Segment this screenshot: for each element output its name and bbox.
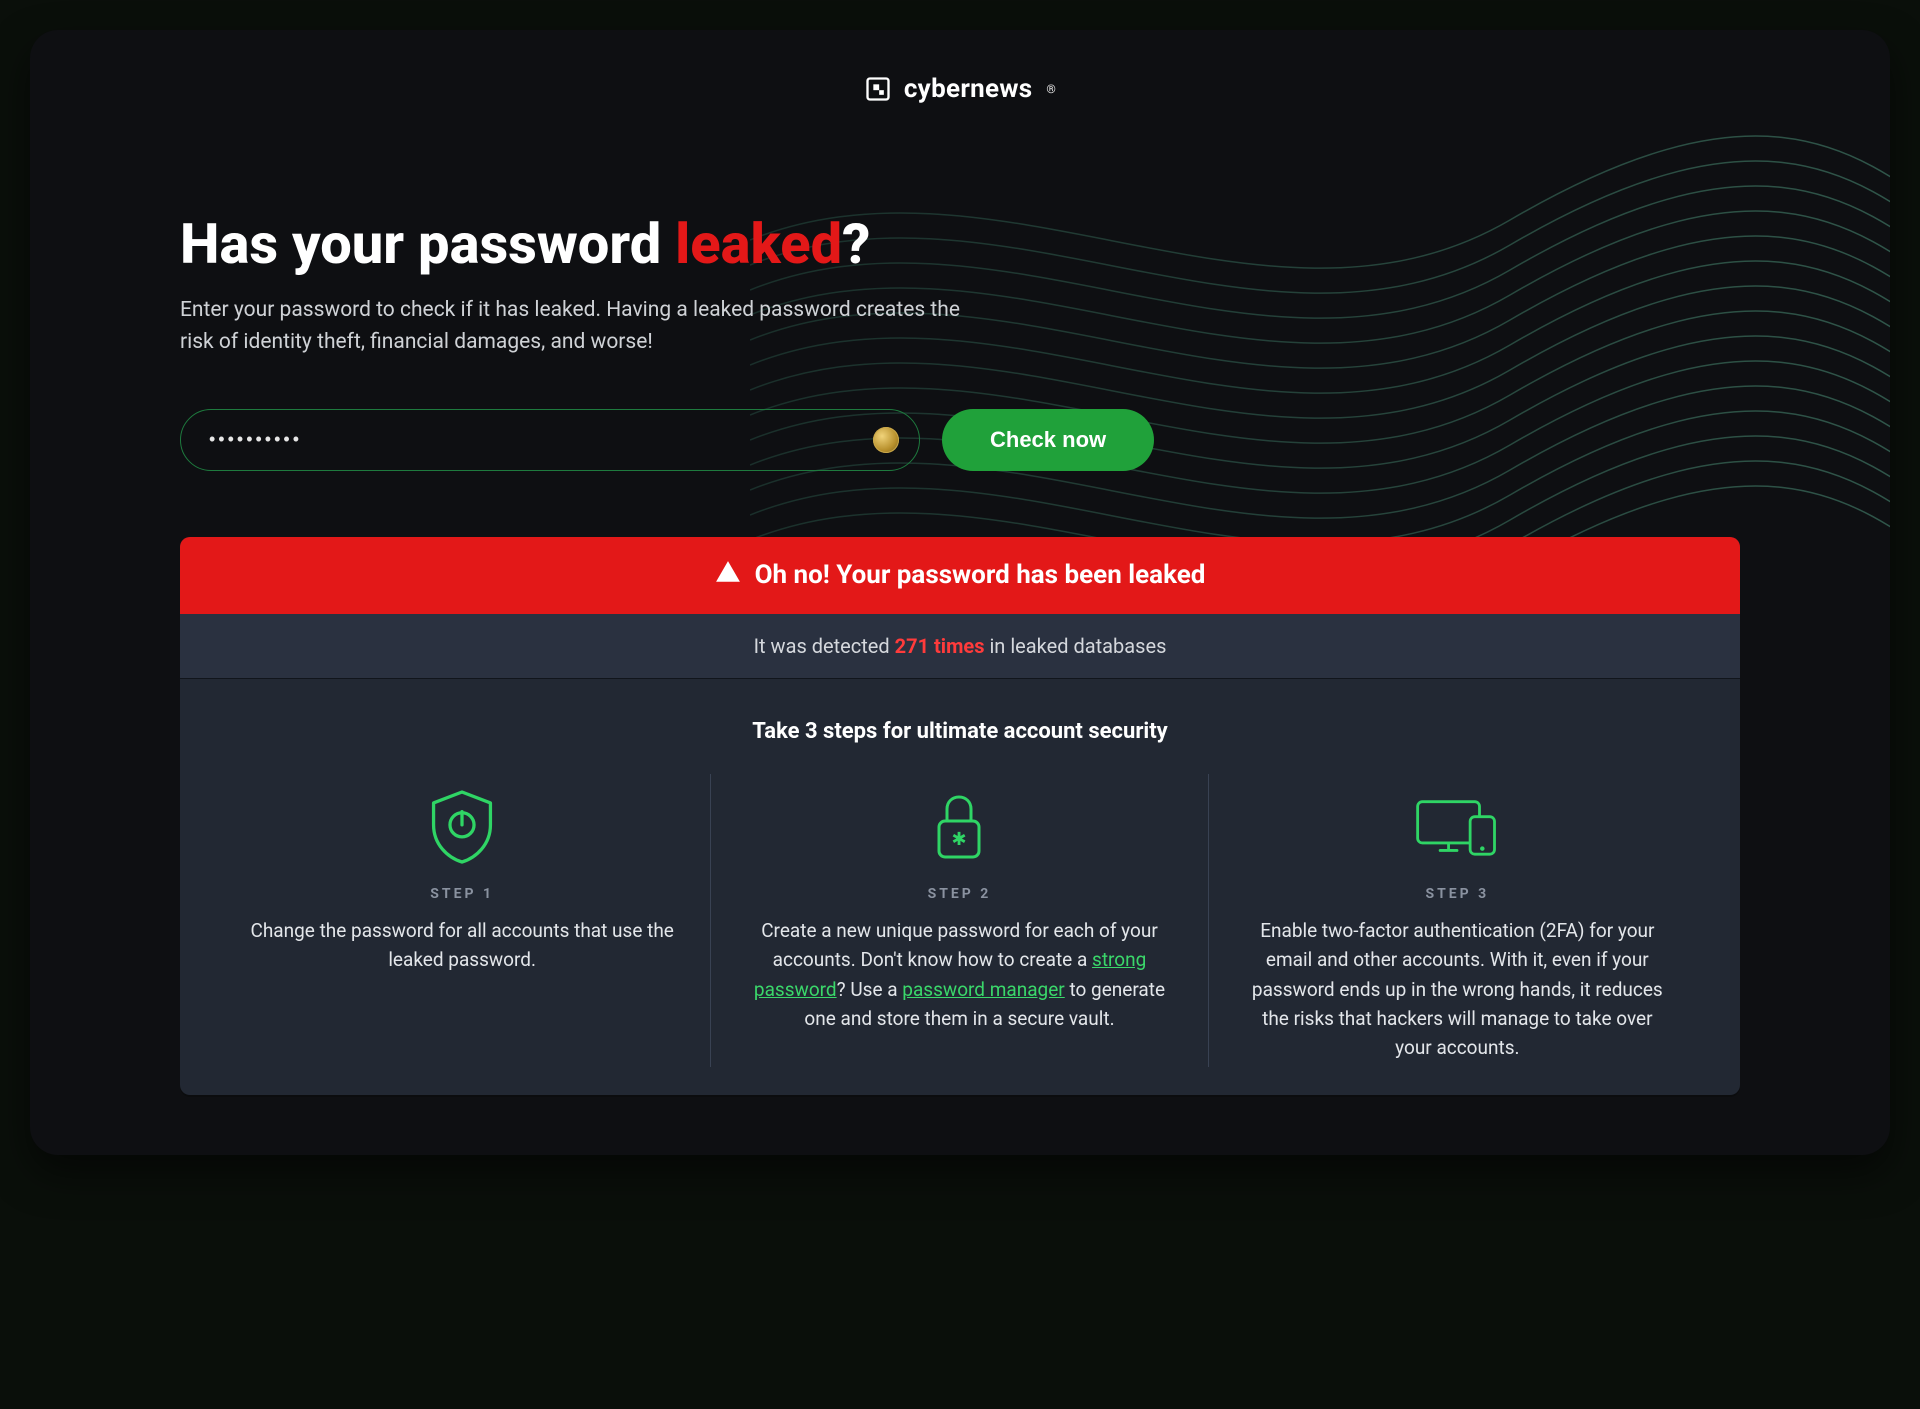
title-post: ? <box>842 211 870 277</box>
page-subtitle: Enter your password to check if it has l… <box>180 294 960 359</box>
step-1: STEP 1 Change the password for all accou… <box>214 774 711 1067</box>
step-3-text-pre: Enable two-factor authentication (2FA) f… <box>1252 919 1663 1060</box>
detected-pre: It was detected <box>754 634 895 658</box>
brand-mark-icon <box>864 75 892 103</box>
app-frame: cybernews ® Has your password leaked? Ent… <box>30 30 1890 1155</box>
warning-triangle-icon <box>715 559 741 592</box>
password-field-wrap[interactable] <box>180 409 920 471</box>
padlock-star-icon: ✱ <box>747 786 1171 868</box>
devices-icon <box>1245 786 1670 868</box>
password-manager-key-icon[interactable] <box>873 427 899 453</box>
detected-post: in leaked databases <box>984 634 1166 658</box>
detection-summary: It was detected 271 times in leaked data… <box>180 614 1740 679</box>
step-3-text: Enable two-factor authentication (2FA) f… <box>1245 916 1670 1063</box>
step-1-text-pre: Change the password for all accounts tha… <box>250 919 673 971</box>
alert-banner: Oh no! Your password has been leaked <box>180 537 1740 614</box>
step-2-label: STEP 2 <box>747 886 1171 902</box>
password-manager-link[interactable]: password manager <box>902 978 1064 1001</box>
brand-logo: cybernews ® <box>30 74 1890 104</box>
step-2: ✱ STEP 2 Create a new unique password fo… <box>711 774 1208 1067</box>
brand-registered: ® <box>1046 82 1056 96</box>
step-3: STEP 3 Enable two-factor authentication … <box>1209 774 1706 1067</box>
password-input[interactable] <box>209 429 859 450</box>
check-now-button[interactable]: Check now <box>942 409 1154 471</box>
step-2-text: Create a new unique password for each of… <box>747 916 1171 1034</box>
brand-name: cybernews <box>904 74 1033 104</box>
steps-heading: Take 3 steps for ultimate account securi… <box>214 719 1706 744</box>
step-3-label: STEP 3 <box>1245 886 1670 902</box>
steps-grid: STEP 1 Change the password for all accou… <box>214 774 1706 1067</box>
step-1-label: STEP 1 <box>250 886 674 902</box>
result-card: Oh no! Your password has been leaked It … <box>180 537 1740 1095</box>
step-2-text-mid: ? Use a <box>837 978 903 1001</box>
detected-count: 271 times <box>895 634 985 658</box>
shield-power-icon <box>250 786 674 868</box>
search-row: Check now <box>180 409 1740 471</box>
page-title: Has your password leaked? <box>180 214 1740 276</box>
title-accent: leaked <box>675 211 842 277</box>
svg-text:✱: ✱ <box>952 829 967 850</box>
alert-text: Oh no! Your password has been leaked <box>755 560 1206 590</box>
title-pre: Has your password <box>180 211 675 277</box>
step-1-text: Change the password for all accounts tha… <box>250 916 674 975</box>
